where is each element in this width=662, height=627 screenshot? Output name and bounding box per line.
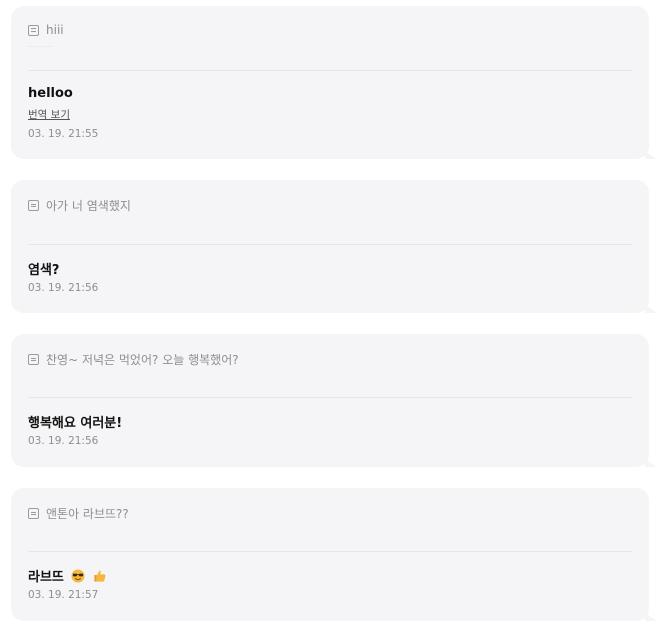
- quote-icon: [28, 354, 39, 365]
- quoted-text: 앤톤아 라브뜨??: [46, 507, 129, 521]
- divider: [28, 70, 632, 71]
- translate-link[interactable]: 번역 보기: [28, 107, 70, 122]
- quote-icon: [28, 24, 39, 36]
- message-text: 행복해요 여러분!: [28, 416, 123, 431]
- quoted-text: 찬영~ 저녁은 먹었어? 오늘 행복했어?: [46, 353, 239, 367]
- quoted-message[interactable]: 아가 너 염색했지: [28, 197, 131, 214]
- quoted-message[interactable]: 찬영~ 저녁은 먹었어? 오늘 행복했어?: [28, 351, 239, 368]
- message-card: 앤톤아 라브뜨?? 라브뜨 03. 19. 21:57: [11, 488, 649, 621]
- message-card: hiii helloo 번역 보기 03. 19. 21:55: [11, 6, 649, 159]
- sunglasses-face-icon: [71, 569, 85, 587]
- timestamp: 03. 19. 21:57: [28, 589, 99, 601]
- divider: [28, 397, 632, 398]
- quote-icon: [28, 200, 39, 211]
- message-text-content: 라브뜨: [28, 570, 64, 585]
- message-card: 찬영~ 저녁은 먹었어? 오늘 행복했어? 행복해요 여러분! 03. 19. …: [11, 334, 649, 467]
- timestamp: 03. 19. 21:56: [28, 435, 99, 447]
- message-text: 라브뜨: [28, 566, 107, 587]
- message-text: 염색?: [28, 263, 60, 278]
- divider: [28, 46, 53, 47]
- timestamp: 03. 19. 21:55: [28, 128, 99, 140]
- divider: [28, 551, 632, 552]
- quote-icon: [28, 508, 39, 519]
- thumbs-up-icon: [93, 569, 107, 587]
- divider: [28, 244, 632, 245]
- quoted-message[interactable]: hiii: [28, 23, 64, 37]
- quoted-message[interactable]: 앤톤아 라브뜨??: [28, 505, 129, 522]
- quoted-text: hiii: [46, 23, 64, 37]
- quoted-text: 아가 너 염색했지: [46, 199, 131, 213]
- message-text: helloo: [28, 86, 73, 101]
- message-card: 아가 너 염색했지 염색? 03. 19. 21:56: [11, 180, 649, 313]
- timestamp: 03. 19. 21:56: [28, 282, 99, 294]
